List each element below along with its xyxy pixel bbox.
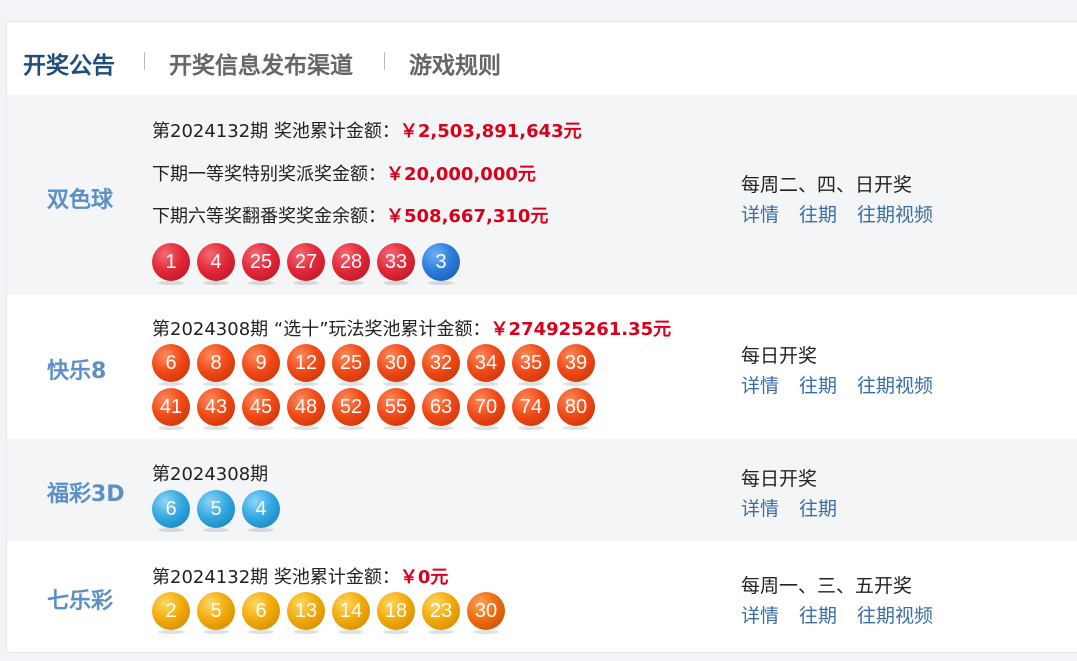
tab-bar: 开奖公告 开奖信息发布渠道 游戏规则 [7,22,1077,95]
ball-sky-blue: 4 [242,490,280,532]
ssq-sixth-prize-label: 下期六等奖翻番奖奖金余额： [152,206,386,227]
ball-orange: 6 [152,344,190,386]
ball-orange: 63 [422,388,460,430]
ball-orange: 35 [512,344,550,386]
qlc-details-link[interactable]: 详情 [741,605,779,627]
fc3d-issue-label: 第2024308期 [152,464,269,485]
qlc-links: 详情 往期 往期视频 [741,601,953,628]
ball-orange: 8 [197,344,235,386]
ball-red: 27 [287,243,325,285]
fc3d-links: 详情 往期 [741,494,857,521]
row-kl8: 快乐8 第2024308期 “选十”玩法奖池累计金额：￥274925261.35… [7,295,1077,439]
ssq-history-video-link[interactable]: 往期视频 [857,204,933,226]
ball-orange: 41 [152,388,190,430]
ball-orange: 43 [197,388,235,430]
qlc-pool-line: 第2024132期 奖池累计金额：￥0元 [152,563,448,589]
ssq-schedule: 每周二、四、日开奖 [741,174,913,196]
tab-divider [144,52,145,70]
qlc-pool-amount: ￥0元 [399,567,449,588]
ball-orange: 25 [332,344,370,386]
lottery-results-panel: 开奖公告 开奖信息发布渠道 游戏规则 双色球 第2024132期 奖池累计金额：… [6,21,1077,653]
ball-orange: 80 [557,388,595,430]
game-name-qlc[interactable]: 七乐彩 [47,583,113,615]
ball-orange: 30 [377,344,415,386]
game-name-ssq[interactable]: 双色球 [47,182,113,214]
ball-orange: 32 [422,344,460,386]
tab-publish-channels[interactable]: 开奖信息发布渠道 [169,46,353,80]
tab-divider [384,52,385,70]
kl8-details-link[interactable]: 详情 [741,375,779,397]
row-qlc: 七乐彩 第2024132期 奖池累计金额：￥0元 2 5 6 13 14 18 … [7,541,1077,653]
ball-red: 25 [242,243,280,285]
ball-red: 1 [152,243,190,285]
kl8-schedule: 每日开奖 [741,345,818,367]
qlc-schedule: 每周一、三、五开奖 [741,575,913,597]
tab-draw-announcement[interactable]: 开奖公告 [23,46,115,80]
fc3d-history-link[interactable]: 往期 [799,498,837,520]
ball-orange: 12 [287,344,325,386]
kl8-pool-line: 第2024308期 “选十”玩法奖池累计金额：￥274925261.35元 [152,315,671,341]
qlc-issue-label: 第2024132期 奖池累计金额： [152,567,400,588]
ssq-pool-line: 第2024132期 奖池累计金额：￥2,503,891,643元 [152,117,582,143]
ball-special-orange: 30 [467,592,505,634]
ball-gold: 5 [197,592,235,634]
kl8-history-link[interactable]: 往期 [799,375,837,397]
fc3d-issue-line: 第2024308期 [152,460,268,486]
ball-gold: 18 [377,592,415,634]
kl8-history-video-link[interactable]: 往期视频 [857,375,933,397]
ssq-first-prize-label: 下期一等奖特别奖派奖金额： [152,164,386,185]
kl8-links: 详情 往期 往期视频 [741,371,953,398]
ball-orange: 70 [467,388,505,430]
ball-orange: 74 [512,388,550,430]
ball-gold: 14 [332,592,370,634]
ssq-first-prize-line: 下期一等奖特别奖派奖金额：￥20,000,000元 [152,160,536,186]
ssq-sixth-prize-amount: ￥508,667,310元 [386,206,549,227]
ball-red: 33 [377,243,415,285]
ball-gold: 13 [287,592,325,634]
row-ssq: 双色球 第2024132期 奖池累计金额：￥2,503,891,643元 下期一… [7,95,1077,295]
fc3d-schedule: 每日开奖 [741,468,818,490]
kl8-pool-amount: ￥274925261.35元 [490,319,672,340]
ball-gold: 23 [422,592,460,634]
ssq-links: 详情 往期 往期视频 [741,200,953,227]
ball-orange: 34 [467,344,505,386]
ball-orange: 39 [557,344,595,386]
ball-orange: 55 [377,388,415,430]
fc3d-details-link[interactable]: 详情 [741,498,779,520]
game-name-fc3d[interactable]: 福彩3D [47,476,125,508]
ssq-first-prize-amount: ￥20,000,000元 [386,164,536,185]
game-name-kl8[interactable]: 快乐8 [47,353,106,385]
ball-orange: 45 [242,388,280,430]
ball-orange: 9 [242,344,280,386]
row-fc3d: 福彩3D 第2024308期 6 5 4 每日开奖 详情 往期 [7,439,1077,541]
tab-game-rules[interactable]: 游戏规则 [409,46,501,80]
ball-orange: 52 [332,388,370,430]
ball-gold: 2 [152,592,190,634]
ball-red: 28 [332,243,370,285]
ssq-pool-amount: ￥2,503,891,643元 [399,121,582,142]
ball-blue: 3 [422,243,460,285]
ssq-details-link[interactable]: 详情 [741,204,779,226]
ssq-history-link[interactable]: 往期 [799,204,837,226]
ball-sky-blue: 5 [197,490,235,532]
ssq-sixth-prize-line: 下期六等奖翻番奖奖金余额：￥508,667,310元 [152,202,548,228]
ball-sky-blue: 6 [152,490,190,532]
ball-red: 4 [197,243,235,285]
ball-gold: 6 [242,592,280,634]
ssq-issue-label: 第2024132期 奖池累计金额： [152,121,400,142]
qlc-history-video-link[interactable]: 往期视频 [857,605,933,627]
ball-orange: 48 [287,388,325,430]
kl8-issue-label: 第2024308期 “选十”玩法奖池累计金额： [152,319,491,340]
qlc-history-link[interactable]: 往期 [799,605,837,627]
